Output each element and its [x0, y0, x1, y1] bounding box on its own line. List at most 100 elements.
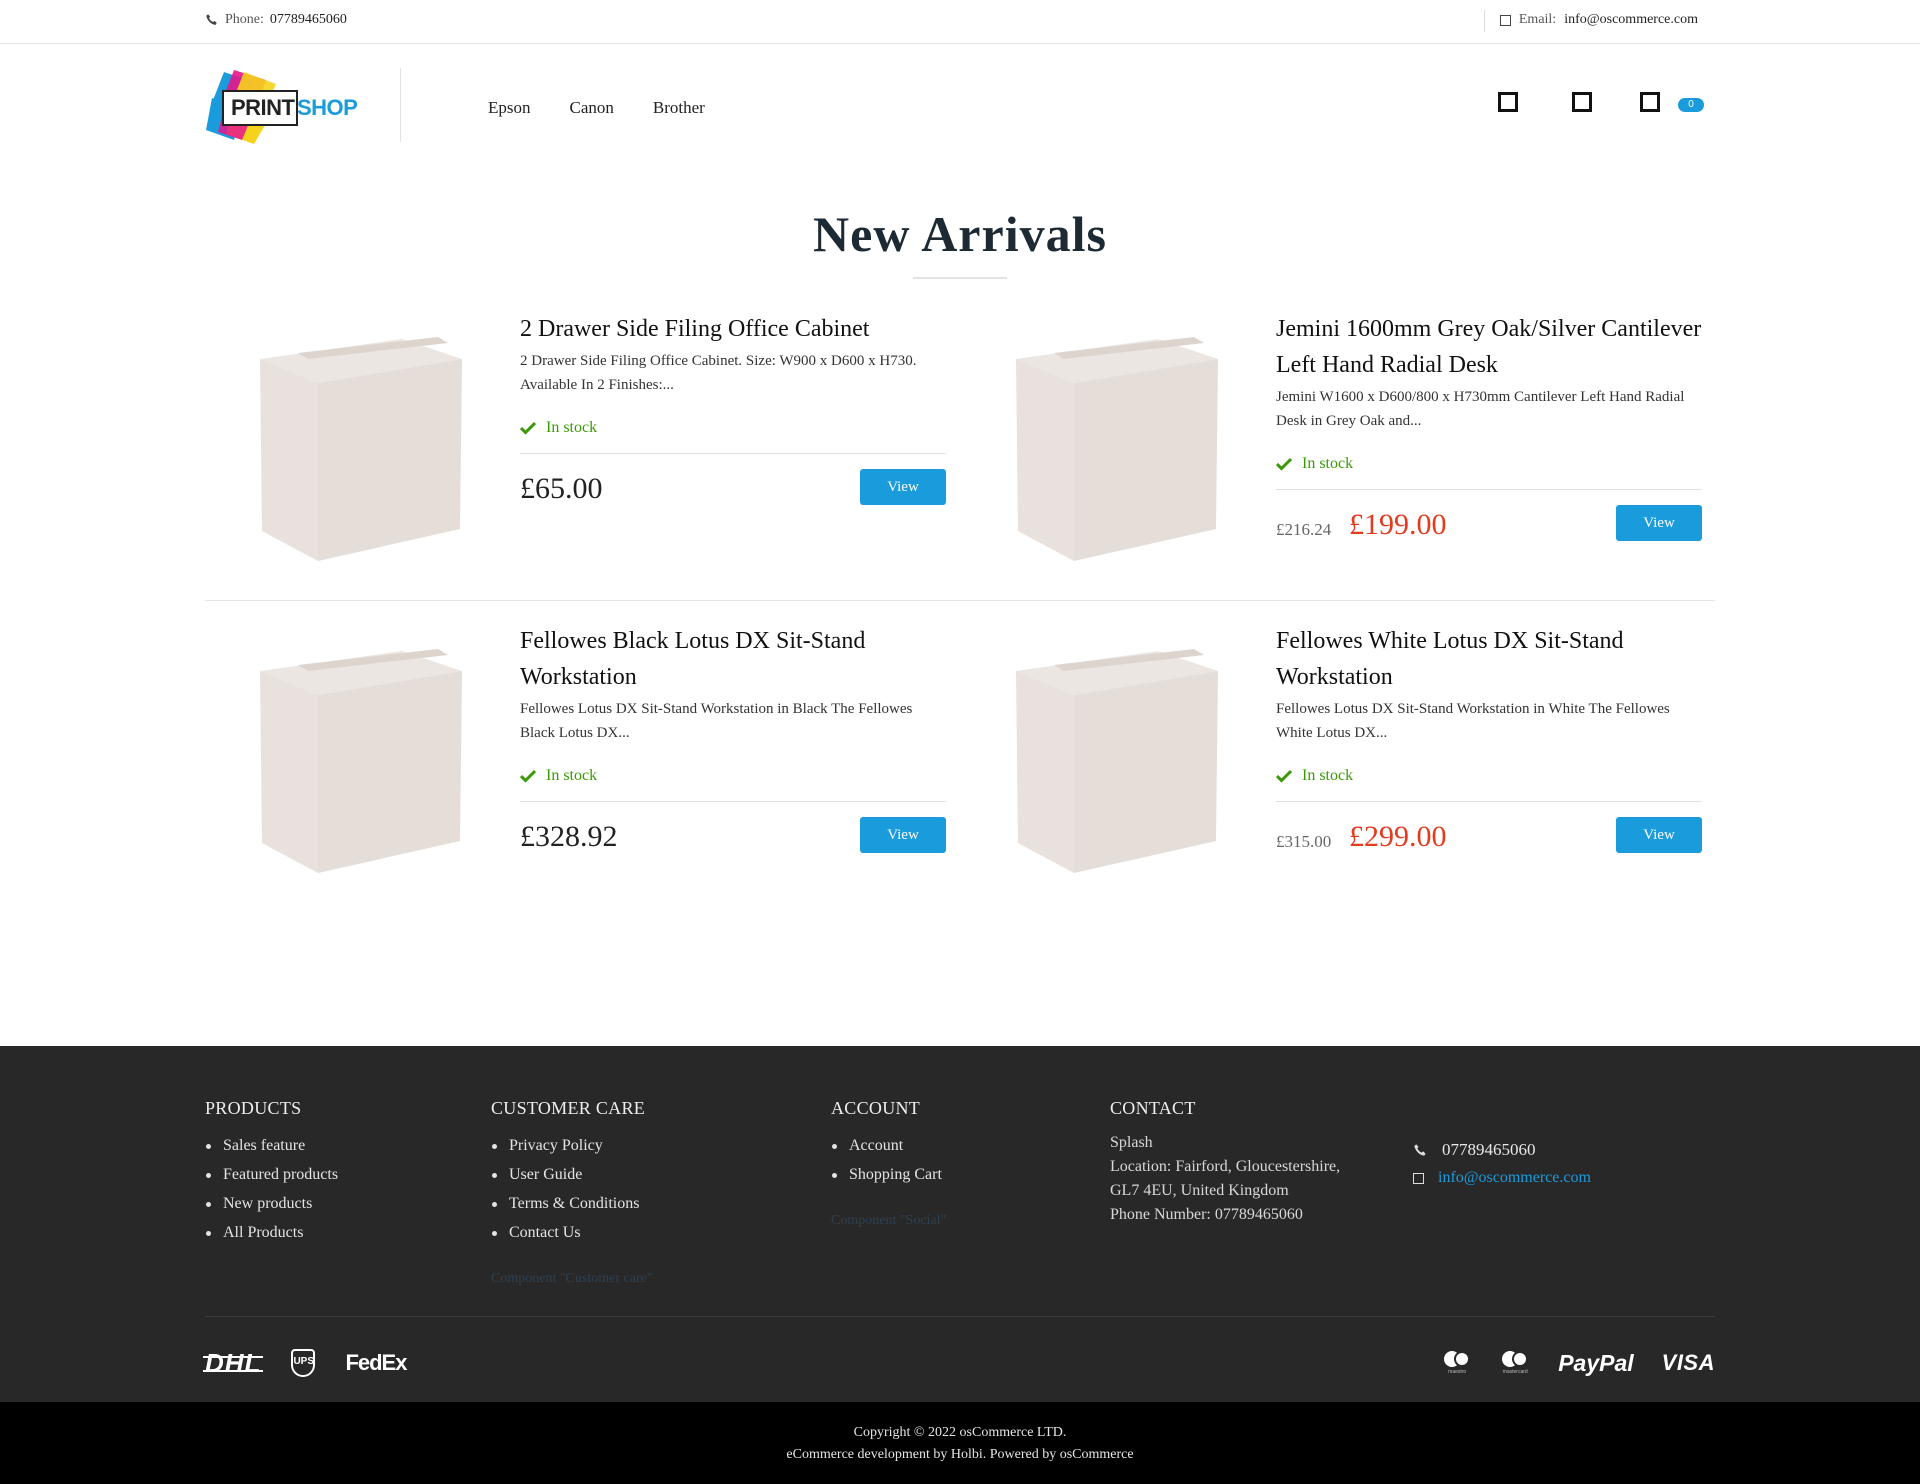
email-label: Email: — [1518, 12, 1557, 27]
footer-customer-care: CUSTOMER CARE Privacy Policy User Guide … — [491, 1098, 653, 1287]
footer-divider — [205, 1316, 1715, 1317]
product-name[interactable]: 2 Drawer Side Filing Office Cabinet — [520, 311, 946, 347]
main-nav: Epson Canon Brother — [488, 98, 705, 118]
paypal-logo: PayPal — [1558, 1349, 1634, 1376]
stock-status: In stock — [1276, 453, 1702, 475]
check-icon — [520, 769, 536, 783]
topbar-divider — [1483, 10, 1485, 32]
price-row: £65.00 View — [520, 454, 946, 522]
product-info: Fellowes Black Lotus DX Sit-Stand Workst… — [520, 623, 946, 870]
product-image[interactable] — [1008, 643, 1238, 873]
credits-text: eCommerce development by Holbi. Powered … — [786, 1447, 1134, 1462]
email-icon — [1499, 14, 1511, 26]
product-description: Fellowes Lotus DX Sit-Stand Workstation … — [520, 701, 913, 741]
stock-label: In stock — [1302, 767, 1354, 784]
product-name[interactable]: Jemini 1600mm Grey Oak/Silver Cantilever… — [1276, 311, 1702, 383]
email-icon — [1413, 1172, 1424, 1184]
footer-link-featured-products[interactable]: Featured products — [205, 1160, 338, 1189]
view-button[interactable]: View — [860, 817, 946, 853]
copyright-text: Copyright © 2022 osCommerce LTD. — [853, 1425, 1067, 1440]
title-underline — [913, 277, 1007, 279]
email-link[interactable]: info@oscommerce.com — [1564, 12, 1698, 28]
footer-account-title: ACCOUNT — [831, 1098, 921, 1118]
row-divider — [205, 600, 1715, 601]
copyright-bar: Copyright © 2022 osCommerce LTD. eCommer… — [0, 1402, 1920, 1484]
sale-price: £199.00 — [1349, 508, 1447, 541]
stock-status: In stock — [1276, 765, 1702, 787]
footer-link-account[interactable]: Account — [831, 1131, 946, 1160]
topbar-phone: Phone: 07789465060 — [205, 12, 347, 28]
check-icon — [1276, 457, 1292, 471]
footer-contact-title: CONTACT — [1110, 1098, 1196, 1118]
sale-price: £299.00 — [1349, 820, 1447, 853]
site-logo[interactable]: PRINT SHOP — [204, 68, 364, 144]
product-description: Fellowes Lotus DX Sit-Stand Workstation … — [1276, 701, 1670, 741]
footer-link-shopping-cart[interactable]: Shopping Cart — [831, 1160, 946, 1189]
product-name[interactable]: Fellowes Black Lotus DX Sit-Stand Workst… — [520, 623, 946, 695]
price-row: £216.24 £199.00 View — [1276, 490, 1702, 558]
footer-link-contact-us[interactable]: Contact Us — [491, 1218, 653, 1247]
product-name[interactable]: Fellowes White Lotus DX Sit-Stand Workst… — [1276, 623, 1702, 695]
section-title: New Arrivals — [813, 206, 1107, 262]
product-image[interactable] — [252, 331, 482, 561]
price-row: £328.92 View — [520, 802, 946, 870]
visa-logo: VISA — [1661, 1350, 1715, 1375]
address-line-1: Location: Fairford, Gloucestershire, — [1110, 1158, 1341, 1175]
site-footer: PRODUCTS Sales feature Featured products… — [0, 1046, 1920, 1402]
check-icon — [1276, 769, 1292, 783]
footer-email-link[interactable]: info@oscommerce.com — [1438, 1169, 1591, 1187]
footer-contact: CONTACT Splash Location: Fairford, Glouc… — [1110, 1098, 1340, 1227]
product-info: Fellowes White Lotus DX Sit-Stand Workst… — [1276, 623, 1702, 870]
view-button[interactable]: View — [1616, 505, 1702, 541]
check-icon — [520, 421, 536, 435]
phone-line: Phone Number: 07789465060 — [1110, 1206, 1303, 1223]
footer-link-new-products[interactable]: New products — [205, 1189, 338, 1218]
user-icon[interactable] — [1498, 92, 1518, 112]
footer-link-all-products[interactable]: All Products — [205, 1218, 338, 1247]
view-button[interactable]: View — [860, 469, 946, 505]
product-image[interactable] — [252, 643, 482, 873]
logo-shop-text: SHOP — [297, 95, 358, 120]
product-info: 2 Drawer Side Filing Office Cabinet 2 Dr… — [520, 311, 946, 522]
ups-logo: UPS — [291, 1349, 316, 1377]
footer-phone-number[interactable]: 07789465060 — [1442, 1140, 1536, 1160]
shipping-logos: DHL UPS FedEx — [202, 1347, 407, 1378]
mastercard-logo: mastercard — [1500, 1349, 1530, 1377]
view-button[interactable]: View — [1616, 817, 1702, 853]
footer-link-sales-feature[interactable]: Sales feature — [205, 1131, 338, 1160]
footer-link-terms[interactable]: Terms & Conditions — [491, 1189, 653, 1218]
phone-number[interactable]: 07789465060 — [270, 12, 347, 28]
header-divider — [400, 68, 401, 142]
logo-print-text: PRINT — [231, 95, 295, 120]
old-price: £216.24 — [1276, 520, 1332, 539]
phone-icon — [206, 14, 217, 25]
stock-status: In stock — [520, 417, 946, 439]
product-price: £65.00 — [520, 472, 603, 505]
footer-products: PRODUCTS Sales feature Featured products… — [205, 1098, 338, 1247]
nav-epson[interactable]: Epson — [488, 98, 531, 118]
product-price: £328.92 — [520, 820, 618, 853]
cart-count-badge: 0 — [1678, 98, 1704, 112]
cart-icon[interactable] — [1640, 92, 1660, 112]
footer-quick-contact: 07789465060 info@oscommerce.com — [1413, 1136, 1591, 1192]
footer-link-user-guide[interactable]: User Guide — [491, 1160, 653, 1189]
phone-icon — [1414, 1143, 1426, 1156]
stock-status: In stock — [520, 765, 946, 787]
phone-label: Phone: — [225, 12, 264, 27]
nav-brother[interactable]: Brother — [653, 98, 705, 118]
price-row: £315.00 £299.00 View — [1276, 802, 1702, 870]
maestro-logo: maestro — [1442, 1349, 1472, 1377]
wishlist-icon[interactable] — [1572, 92, 1592, 112]
old-price: £315.00 — [1276, 832, 1332, 851]
company-name: Splash — [1110, 1134, 1153, 1151]
top-bar: Phone: 07789465060 Email: info@oscommerc… — [0, 0, 1920, 44]
stock-label: In stock — [546, 419, 598, 436]
product-description: Jemini W1600 x D600/800 x H730mm Cantile… — [1276, 389, 1685, 429]
nav-canon[interactable]: Canon — [570, 98, 614, 118]
dhl-logo: DHL — [202, 1347, 264, 1378]
footer-link-privacy-policy[interactable]: Privacy Policy — [491, 1131, 653, 1160]
product-image[interactable] — [1008, 331, 1238, 561]
payment-logos: maestro mastercard PayPal VISA — [1442, 1348, 1715, 1378]
stock-label: In stock — [546, 767, 598, 784]
stock-label: In stock — [1302, 455, 1354, 472]
